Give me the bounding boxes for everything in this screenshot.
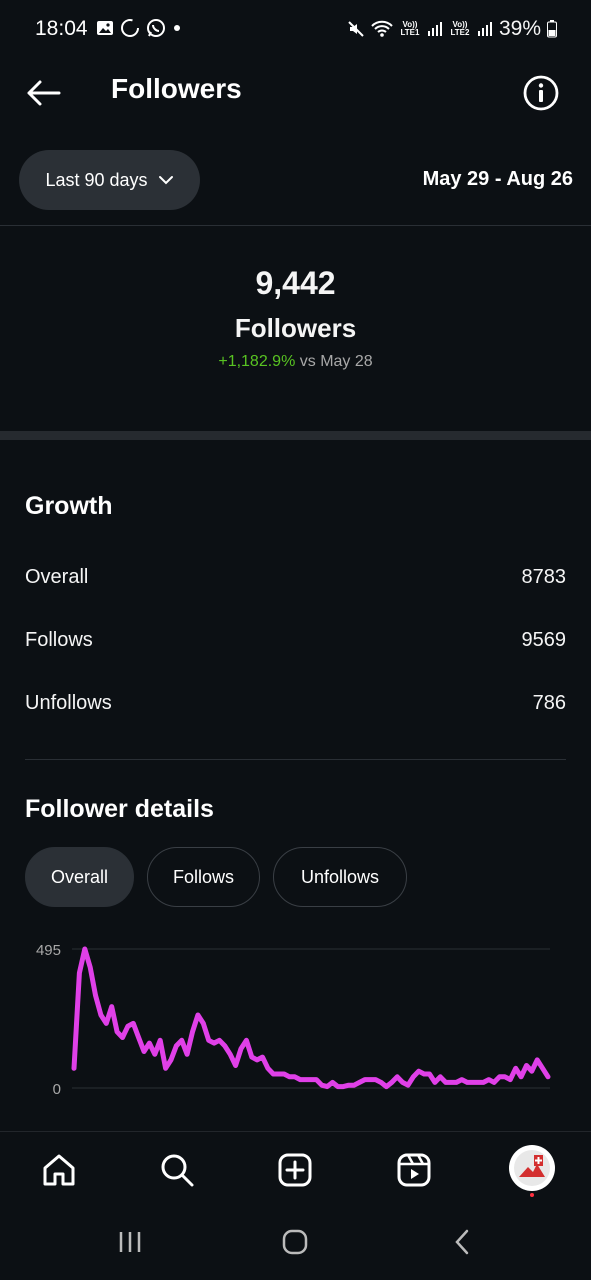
back-button[interactable] xyxy=(22,72,64,114)
y-tick-label: 0 xyxy=(53,1081,61,1098)
growth-row-label: Overall xyxy=(25,566,89,588)
sim1-label: Vo)) LTE1 xyxy=(400,20,420,37)
nav-create[interactable] xyxy=(270,1145,320,1195)
y-tick-label: 495 xyxy=(36,942,61,959)
info-button[interactable] xyxy=(522,74,560,112)
recent-apps-button[interactable] xyxy=(105,1222,155,1262)
follower-chart: 495 0 xyxy=(36,942,551,1098)
status-right: Vo)) LTE1 Vo)) LTE2 39% xyxy=(347,17,557,41)
growth-row-value: 786 xyxy=(532,692,566,714)
signal-icon-2 xyxy=(477,22,492,36)
sim2-label: Vo)) LTE2 xyxy=(450,20,470,37)
loading-circle-icon xyxy=(121,19,139,37)
signal-icon-1 xyxy=(427,22,442,36)
growth-row-follows: Follows 9569 xyxy=(25,629,566,652)
nav-home[interactable] xyxy=(34,1145,84,1195)
nav-profile[interactable] xyxy=(507,1145,557,1197)
battery-icon xyxy=(547,20,557,38)
info-icon xyxy=(523,75,559,111)
divider xyxy=(0,225,591,226)
home-circle-icon xyxy=(282,1229,308,1255)
recent-apps-icon xyxy=(119,1232,141,1252)
nav-divider xyxy=(0,1131,591,1132)
follower-series-line xyxy=(71,946,551,1090)
arrow-left-icon xyxy=(27,80,61,106)
status-icons-left xyxy=(96,18,182,38)
profile-avatar-icon xyxy=(509,1145,555,1197)
followers-total-label: Followers xyxy=(234,313,357,343)
chevron-down-icon xyxy=(158,176,173,185)
growth-row-label: Follows xyxy=(25,629,93,651)
growth-row-value: 8783 xyxy=(521,566,567,588)
tab-unfollows[interactable]: Unfollows xyxy=(273,847,407,907)
home-icon xyxy=(43,1154,75,1186)
growth-row-unfollows: Unfollows 786 xyxy=(25,692,566,715)
followers-total: 9,442 xyxy=(255,265,336,301)
tab-follows[interactable]: Follows xyxy=(147,847,260,907)
page-title: Followers xyxy=(111,73,242,104)
delta-suffix: vs May 28 xyxy=(295,353,373,370)
chevron-left-icon xyxy=(455,1229,469,1255)
tab-overall[interactable]: Overall xyxy=(25,847,134,907)
delta-percent: +1,182.9% xyxy=(218,353,296,370)
growth-row-value: 9569 xyxy=(521,629,567,651)
nav-reels[interactable] xyxy=(389,1145,439,1195)
nav-search[interactable] xyxy=(152,1145,202,1195)
mute-icon xyxy=(348,21,364,37)
gallery-icon xyxy=(97,21,113,35)
section-divider xyxy=(0,431,591,440)
date-range-text: May 29 - Aug 26 xyxy=(422,168,573,190)
back-nav-button[interactable] xyxy=(437,1222,487,1262)
whatsapp-icon xyxy=(147,19,165,37)
growth-title: Growth xyxy=(25,492,113,520)
divider xyxy=(25,759,566,760)
dot-icon xyxy=(174,25,180,31)
wifi-icon xyxy=(371,20,393,37)
chart-points xyxy=(73,948,549,1087)
home-button[interactable] xyxy=(270,1222,320,1262)
battery-percent: 39% xyxy=(498,17,541,40)
followers-delta: +1,182.9% vs May 28 xyxy=(0,353,591,371)
growth-row-label: Unfollows xyxy=(25,692,112,714)
follower-details-title: Follower details xyxy=(25,795,214,823)
growth-row-overall: Overall 8783 xyxy=(25,566,566,589)
reels-icon xyxy=(397,1153,431,1187)
date-range-dropdown-label: Last 90 days xyxy=(45,169,148,190)
plus-square-icon xyxy=(278,1153,312,1187)
date-range-dropdown[interactable]: Last 90 days xyxy=(19,150,200,210)
status-time: 18:04 xyxy=(35,17,88,40)
search-icon xyxy=(161,1154,194,1187)
